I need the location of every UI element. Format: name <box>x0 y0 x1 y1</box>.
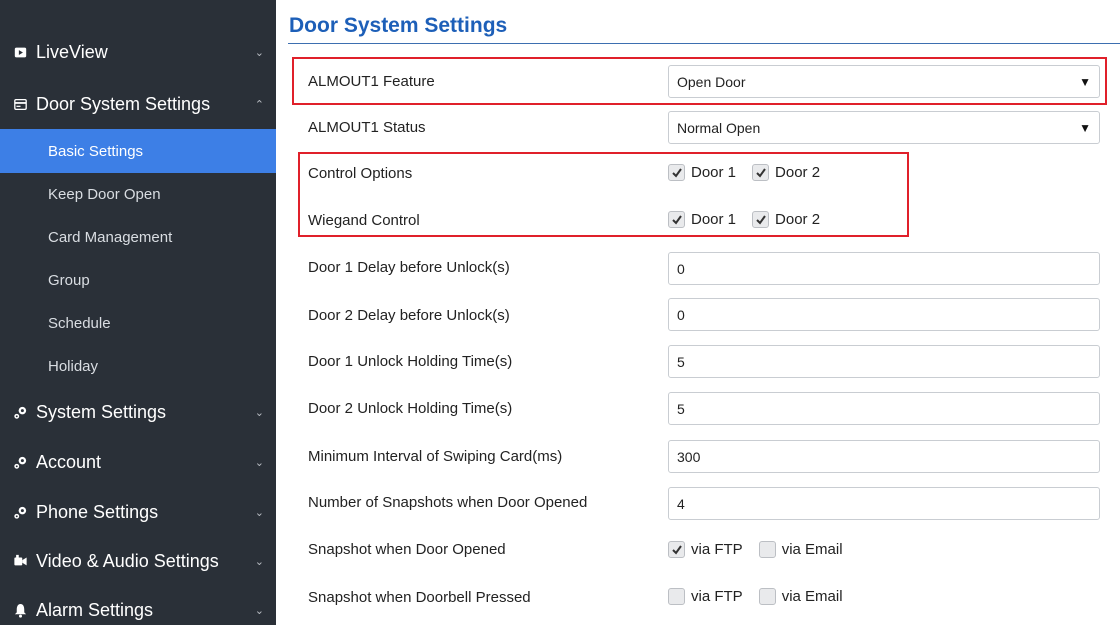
min-interval-input[interactable]: 300 <box>668 440 1100 473</box>
camera-icon <box>12 553 28 569</box>
door2-hold-label: Door 2 Unlock Holding Time(s) <box>308 400 513 417</box>
snapshot-opened-email-checkbox[interactable] <box>758 541 776 558</box>
door2-delay-label: Door 2 Delay before Unlock(s) <box>308 307 510 324</box>
sidebar-item-label: Group <box>48 271 90 289</box>
chevron-down-icon: ⌄ <box>254 46 264 59</box>
almout1-status-select[interactable]: Normal Open ▼ <box>668 111 1100 144</box>
card-icon <box>12 96 28 112</box>
sidebar-item-label: Card Management <box>48 228 173 246</box>
door2-delay-value: 0 <box>677 306 685 323</box>
nav-alarm-settings-label: Alarm Settings <box>36 599 154 620</box>
nav-alarm-settings[interactable]: Alarm Settings ⌄ <box>0 590 276 625</box>
door1-hold-label: Door 1 Unlock Holding Time(s) <box>308 353 513 370</box>
nav-system-settings-label: System Settings <box>36 401 167 422</box>
dropdown-arrow-icon: ▼ <box>1079 121 1091 135</box>
nav-door-system-settings[interactable]: Door System Settings ⌃ <box>0 84 276 124</box>
snapshot-doorbell-email-label: via Email <box>781 588 843 605</box>
highlight-box-feature <box>292 57 1107 105</box>
chevron-down-icon: ⌄ <box>254 506 264 519</box>
nav-door-system-label: Door System Settings <box>36 93 211 114</box>
snapshot-opened-ftp-checkbox[interactable] <box>668 541 685 558</box>
almout1-status-value: Normal Open <box>677 119 761 136</box>
sidebar-item-label: Basic Settings <box>48 142 144 160</box>
snapshot-opened-ftp-label: via FTP <box>691 541 743 558</box>
sidebar-item-basic-settings[interactable]: Basic Settings <box>0 129 276 173</box>
sidebar-item-keep-door-open[interactable]: Keep Door Open <box>0 172 276 216</box>
chevron-down-icon: ⌄ <box>254 406 264 419</box>
snapshot-doorbell-ftp-label: via FTP <box>691 588 743 605</box>
bell-icon <box>12 602 28 618</box>
nav-phone-settings-label: Phone Settings <box>36 501 159 522</box>
sidebar: LiveView ⌄ Door System Settings ⌃ Basic … <box>0 0 276 625</box>
snapshot-doorbell-ftp-checkbox[interactable] <box>668 588 685 605</box>
nav-account-label: Account <box>36 451 102 472</box>
snapshot-opened-group: via FTP via Email <box>668 541 859 558</box>
sidebar-item-card-management[interactable]: Card Management <box>0 215 276 259</box>
sidebar-item-holiday[interactable]: Holiday <box>0 344 276 388</box>
num-snapshots-value: 4 <box>677 495 685 512</box>
chevron-down-icon: ⌄ <box>254 555 264 568</box>
num-snapshots-input[interactable]: 4 <box>668 487 1100 520</box>
snapshot-doorbell-email-checkbox[interactable] <box>758 588 776 605</box>
door2-delay-input[interactable]: 0 <box>668 298 1100 331</box>
page-title: Door System Settings <box>289 14 508 37</box>
door1-hold-input[interactable]: 5 <box>668 345 1100 378</box>
video-icon <box>12 44 28 60</box>
door2-hold-input[interactable]: 5 <box>668 392 1100 425</box>
gear-icon <box>12 504 28 520</box>
door1-delay-label: Door 1 Delay before Unlock(s) <box>308 259 510 276</box>
snapshot-opened-label: Snapshot when Door Opened <box>308 541 506 558</box>
gear-icon <box>12 404 28 420</box>
snapshot-doorbell-group: via FTP via Email <box>668 588 859 605</box>
nav-phone-settings[interactable]: Phone Settings ⌄ <box>0 492 276 532</box>
chevron-down-icon: ⌄ <box>254 456 264 469</box>
snapshot-opened-email-label: via Email <box>781 541 843 558</box>
door1-hold-value: 5 <box>677 353 685 370</box>
title-divider <box>288 43 1120 44</box>
highlight-box-controls <box>298 152 909 237</box>
checkmark-icon <box>671 544 682 555</box>
almout1-status-label: ALMOUT1 Status <box>308 119 426 136</box>
sidebar-item-label: Keep Door Open <box>48 185 161 203</box>
num-snapshots-label: Number of Snapshots when Door Opened <box>308 494 588 511</box>
nav-system-settings[interactable]: System Settings ⌄ <box>0 392 276 432</box>
nav-liveview-label: LiveView <box>36 41 108 62</box>
sidebar-item-schedule[interactable]: Schedule <box>0 301 276 345</box>
nav-account[interactable]: Account ⌄ <box>0 442 276 482</box>
min-interval-value: 300 <box>677 448 701 465</box>
door2-hold-value: 5 <box>677 400 685 417</box>
chevron-up-icon: ⌃ <box>254 98 264 111</box>
gear-icon <box>12 454 28 470</box>
snapshot-doorbell-label: Snapshot when Doorbell Pressed <box>308 589 531 606</box>
sidebar-item-group[interactable]: Group <box>0 258 276 302</box>
nav-video-audio-settings[interactable]: Video & Audio Settings ⌄ <box>0 541 276 581</box>
min-interval-label: Minimum Interval of Swiping Card(ms) <box>308 448 563 465</box>
sidebar-item-label: Holiday <box>48 357 99 375</box>
nav-liveview[interactable]: LiveView ⌄ <box>0 32 276 72</box>
nav-video-audio-label: Video & Audio Settings <box>36 550 219 571</box>
sidebar-item-label: Schedule <box>48 314 111 332</box>
door1-delay-value: 0 <box>677 260 685 277</box>
chevron-down-icon: ⌄ <box>254 604 264 617</box>
door1-delay-input[interactable]: 0 <box>668 252 1100 285</box>
